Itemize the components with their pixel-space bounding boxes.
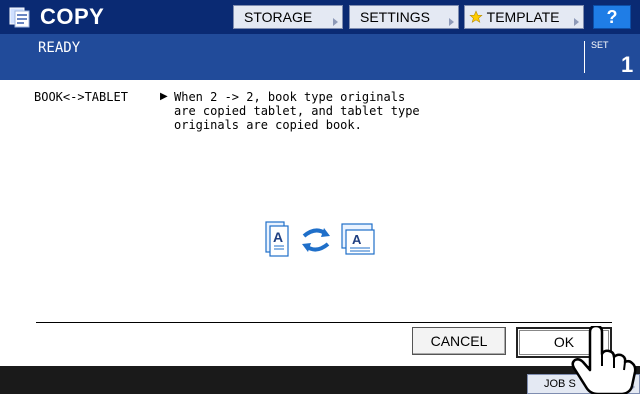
cancel-button[interactable]: CANCEL <box>412 327 506 355</box>
pointing-hand-icon <box>571 326 637 394</box>
book-tablet-conversion-illustration: A A <box>265 221 375 257</box>
status-message: READY <box>38 40 81 56</box>
action-divider <box>36 322 612 323</box>
title-bar: COPY STORAGE SETTINGS TEMPLATE ? <box>0 0 640 34</box>
arrow-right-icon <box>449 18 454 26</box>
settings-button[interactable]: SETTINGS <box>349 5 459 29</box>
convert-arrows-icon <box>302 228 330 252</box>
function-description: When 2 -> 2, book type originals are cop… <box>174 90 420 132</box>
svg-text:A: A <box>273 229 283 245</box>
arrow-right-icon <box>574 18 579 26</box>
template-button[interactable]: TEMPLATE <box>464 5 584 29</box>
app-title: COPY <box>40 4 105 29</box>
svg-text:A: A <box>352 232 362 247</box>
tablet-page-icon: A <box>341 223 375 255</box>
status-bar: READY SET 1 <box>0 34 640 80</box>
star-icon <box>469 10 483 23</box>
divider <box>584 41 585 73</box>
function-name: BOOK<->TABLET <box>34 90 128 104</box>
content-panel: BOOK<->TABLET ▶ When 2 -> 2, book type o… <box>0 80 640 366</box>
settings-button-label: SETTINGS <box>360 9 431 25</box>
copy-icon <box>9 7 30 28</box>
set-count: 1 <box>621 52 634 77</box>
set-label: SET <box>591 40 609 50</box>
storage-button[interactable]: STORAGE <box>233 5 343 29</box>
storage-button-label: STORAGE <box>244 9 313 25</box>
arrow-right-icon <box>333 18 338 26</box>
help-button[interactable]: ? <box>593 5 631 29</box>
book-page-icon: A <box>265 221 289 257</box>
template-button-label: TEMPLATE <box>486 9 560 25</box>
pointer-arrow-icon: ▶ <box>160 91 168 102</box>
